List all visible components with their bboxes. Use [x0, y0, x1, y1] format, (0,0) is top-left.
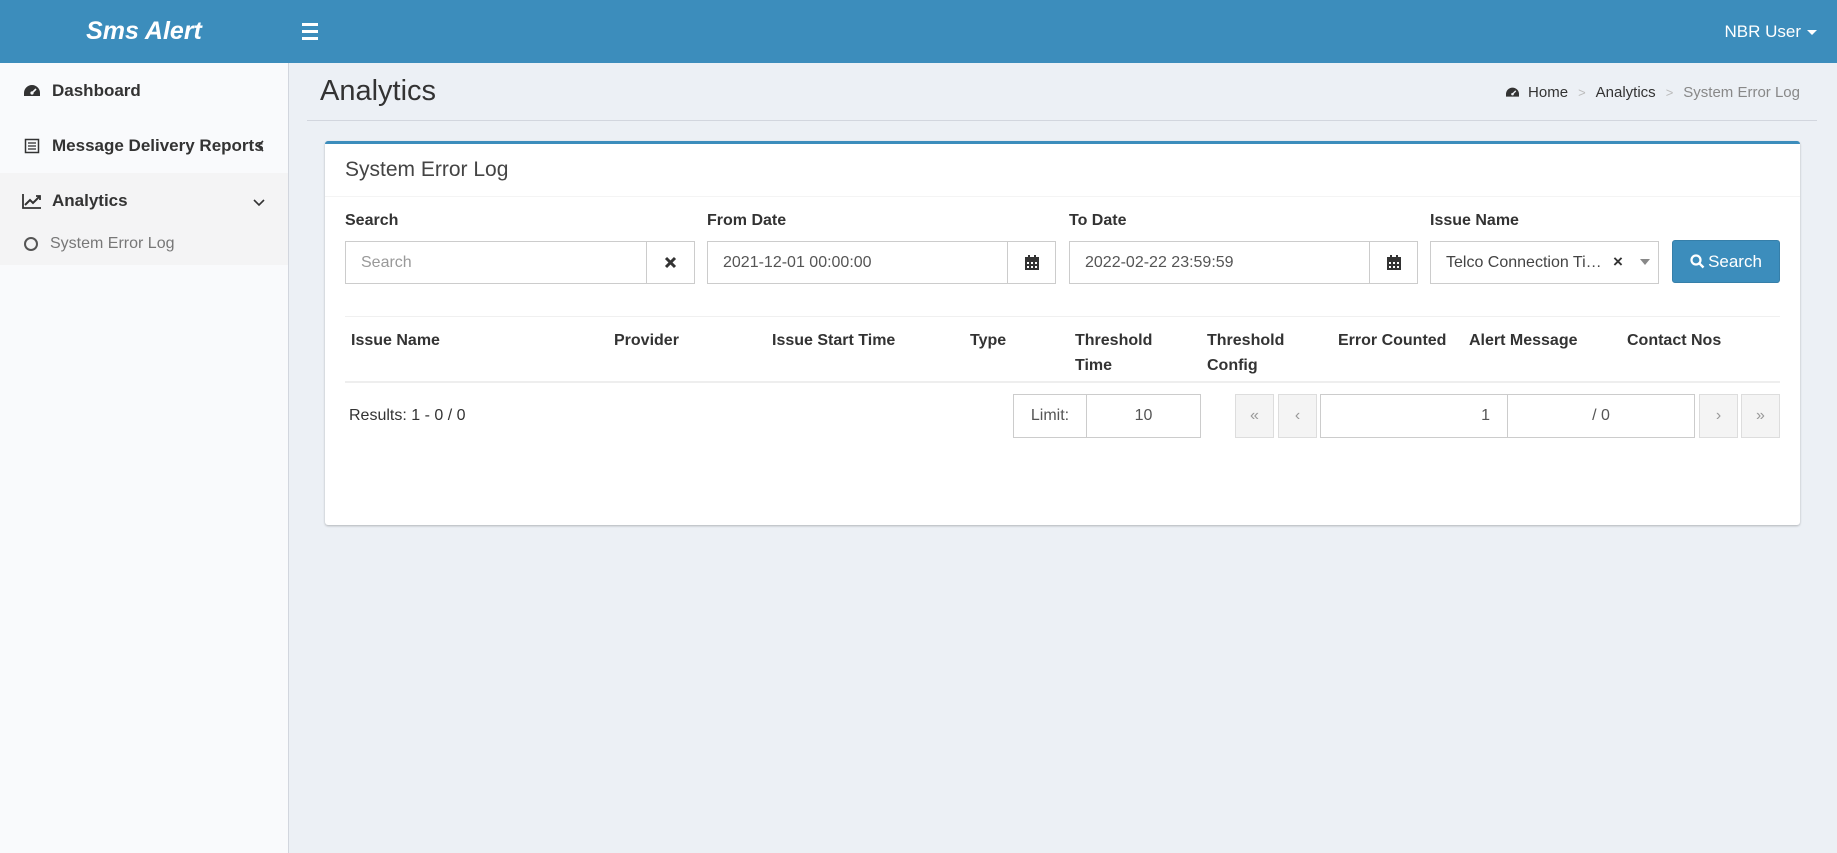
column-header[interactable]: Alert Message: [1469, 328, 1578, 353]
column-header[interactable]: Threshold Config: [1207, 328, 1284, 378]
sidebar-item-label: Dashboard: [52, 80, 141, 100]
breadcrumb: Home > Analytics > System Error Log: [1505, 84, 1800, 101]
search-input[interactable]: Search: [346, 242, 646, 283]
close-icon: [664, 256, 677, 269]
divider: [345, 381, 1780, 383]
breadcrumb-current: System Error Log: [1683, 84, 1800, 101]
issue-name-select[interactable]: Telco Connection Timeout ×: [1430, 241, 1659, 284]
limit-group: Limit: 10: [1013, 394, 1201, 438]
sidebar-toggle-icon[interactable]: [302, 18, 326, 44]
dashboard-icon: [22, 81, 42, 101]
circle-icon: [24, 236, 38, 251]
column-header[interactable]: Issue Start Time: [772, 328, 895, 353]
report-icon: [22, 136, 42, 156]
prev-page-button[interactable]: ‹: [1278, 394, 1317, 438]
first-page-button[interactable]: «: [1235, 394, 1274, 438]
column-header[interactable]: Type: [970, 328, 1006, 353]
to-date-input[interactable]: 2022-02-22 23:59:59: [1070, 242, 1369, 283]
sidebar: Dashboard Message Delivery Reports Analy…: [0, 63, 289, 853]
user-menu[interactable]: NBR User: [1724, 0, 1817, 63]
from-date-group: 2021-12-01 00:00:00: [707, 241, 1056, 284]
search-icon: [1690, 254, 1705, 269]
to-date-group: 2022-02-22 23:59:59: [1069, 241, 1418, 284]
sidebar-subitem-system-error-log[interactable]: System Error Log: [0, 228, 288, 265]
breadcrumb-analytics[interactable]: Analytics: [1596, 84, 1656, 101]
app-logo[interactable]: Sms Alert: [0, 0, 288, 63]
dashboard-icon: [1506, 87, 1520, 97]
divider: [345, 316, 1780, 317]
column-header[interactable]: Error Counted: [1338, 328, 1446, 353]
issue-name-value: Telco Connection Timeout: [1446, 253, 1609, 271]
breadcrumb-separator: >: [1578, 85, 1586, 100]
page-title: Analytics: [320, 75, 437, 107]
calendar-icon: [1386, 255, 1401, 270]
to-date-calendar-button[interactable]: [1369, 242, 1417, 283]
page-total: / 0: [1507, 394, 1695, 438]
sidebar-item-message-delivery-reports[interactable]: Message Delivery Reports: [0, 118, 288, 173]
to-date-label: To Date: [1069, 212, 1127, 229]
sidebar-subitem-label: System Error Log: [50, 234, 175, 252]
breadcrumb-home[interactable]: Home: [1505, 84, 1568, 101]
divider: [325, 196, 1800, 197]
column-header[interactable]: Provider: [614, 328, 679, 353]
sidebar-item-analytics[interactable]: Analytics: [0, 173, 288, 228]
sidebar-item-label: Message Delivery Reports: [52, 135, 264, 155]
content-header: Analytics Home > Analytics > System Erro…: [307, 63, 1817, 121]
line-chart-icon: [22, 191, 42, 211]
last-page-button[interactable]: »: [1741, 394, 1780, 438]
column-header[interactable]: Threshold Time: [1075, 328, 1152, 378]
sidebar-item-dashboard[interactable]: Dashboard: [0, 63, 288, 118]
issue-name-label: Issue Name: [1430, 212, 1519, 229]
page-number-input[interactable]: 1: [1320, 394, 1508, 438]
clear-search-button[interactable]: [646, 242, 694, 283]
dropdown-arrow-icon: [1640, 259, 1650, 265]
search-button-label: Search: [1708, 251, 1762, 271]
chevron-left-icon: [256, 138, 266, 158]
search-button[interactable]: Search: [1672, 240, 1780, 283]
system-error-log-box: System Error Log Search Search From Date…: [325, 141, 1800, 525]
column-header[interactable]: Contact Nos: [1627, 328, 1721, 353]
sidebar-item-label: Analytics: [52, 190, 128, 210]
from-date-calendar-button[interactable]: [1007, 242, 1055, 283]
next-page-button[interactable]: ›: [1699, 394, 1738, 438]
user-name: NBR User: [1724, 21, 1801, 41]
search-label: Search: [345, 212, 399, 229]
calendar-icon: [1024, 255, 1039, 270]
from-date-input[interactable]: 2021-12-01 00:00:00: [708, 242, 1007, 283]
caret-down-icon: [1807, 30, 1817, 35]
from-date-label: From Date: [707, 212, 787, 229]
breadcrumb-home-label: Home: [1528, 84, 1569, 101]
search-input-group: Search: [345, 241, 695, 284]
column-header[interactable]: Issue Name: [351, 328, 440, 353]
chevron-down-icon: [252, 193, 266, 213]
results-summary: Results: 1 - 0 / 0: [349, 407, 466, 424]
limit-input[interactable]: 10: [1087, 395, 1200, 437]
box-title: System Error Log: [345, 158, 509, 181]
breadcrumb-separator: >: [1665, 85, 1674, 100]
top-navbar: Sms Alert NBR User: [0, 0, 1837, 63]
clear-selection-icon[interactable]: ×: [1613, 252, 1623, 272]
limit-label: Limit:: [1014, 395, 1087, 437]
